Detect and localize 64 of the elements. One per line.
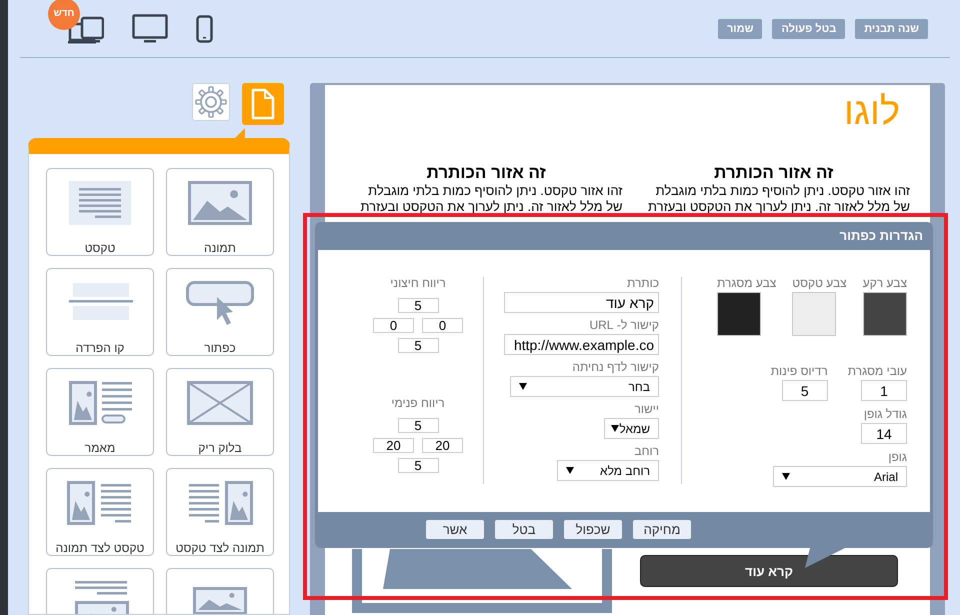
color-swatch[interactable]: [716, 292, 761, 336]
element-tile[interactable]: מאמר: [46, 368, 154, 456]
field-label: רדיוס פינות: [770, 365, 828, 377]
button-cursor-icon: [185, 279, 255, 327]
select-field[interactable]: רוחב מלא: [557, 460, 659, 481]
section-heading: זה אזור הכותרת: [426, 163, 547, 183]
field-label: קישור ל- URL: [589, 319, 659, 331]
logo-text: לוגו: [843, 90, 901, 135]
field-label: עובי מסגרת: [848, 365, 907, 377]
field-label: גודל גופן: [864, 408, 907, 420]
element-tile[interactable]: כפתור: [166, 268, 274, 356]
section-heading: זה אזור הכותרת: [713, 163, 834, 183]
element-tile[interactable]: בלוק ריק: [166, 368, 274, 456]
read-more-button[interactable]: קרא עוד: [640, 555, 898, 587]
body-text: זהו אזור טקסט. ניתן להוסיף כמות בלתי מוגבלת של מלל לאזור זה. ניתן לערוך את הטקסט ובעזרת: [647, 183, 910, 215]
field-label: גופן: [888, 451, 907, 463]
color-swatch[interactable]: [862, 292, 907, 336]
desktop-monitor-icon[interactable]: [132, 14, 168, 44]
input-field[interactable]: 5: [398, 338, 438, 353]
element-tile[interactable]: קו הפרדה: [46, 268, 154, 356]
field-label: ריווח חיצוני: [390, 277, 446, 289]
field-label: צבע טקסט: [792, 277, 847, 289]
input-field[interactable]: 20: [422, 438, 463, 453]
dialog-button[interactable]: אשר: [426, 520, 484, 539]
field-label: ריווח פנימי: [391, 397, 445, 409]
input-field[interactable]: 20: [373, 438, 414, 453]
element-tile[interactable]: תמונה: [166, 168, 274, 256]
select-field[interactable]: Arial: [773, 466, 907, 487]
input-field[interactable]: 5: [398, 298, 438, 313]
dialog-button[interactable]: בטל: [495, 520, 553, 539]
input-field[interactable]: 0: [373, 318, 414, 333]
new-badge: חדש: [50, 0, 78, 28]
field-label: יישור: [634, 403, 659, 415]
crossed-box-icon: [185, 379, 255, 427]
dialog-button[interactable]: שכפול: [564, 520, 622, 539]
field-label: כותרת: [626, 277, 659, 289]
select-field[interactable]: שמאל: [604, 418, 659, 439]
dialog-button[interactable]: מחיקה: [633, 520, 691, 539]
caret-icon: [611, 425, 620, 432]
input-field[interactable]: 14: [861, 423, 907, 444]
body-text: זהו אזור טקסט. ניתן להוסיף כמות בלתי מוגבלת של מלל לאזור זה. ניתן לערוך את הטקסט ובעזרת: [360, 183, 622, 215]
element-tile[interactable]: טקסט לצד תמונה: [46, 468, 154, 556]
input-field[interactable]: 5: [782, 380, 828, 401]
element-tile[interactable]: תמונה לצד טקסט: [166, 468, 274, 556]
input-field[interactable]: 1: [861, 380, 907, 401]
image-icon: [185, 179, 255, 227]
dialog-title: הגדרות כפתור: [840, 228, 923, 243]
field-label: קישור לדף נחיתה: [572, 361, 659, 373]
input-field[interactable]: קרא עוד: [504, 292, 659, 313]
input-field[interactable]: 5: [398, 418, 438, 433]
caret-icon: [782, 473, 790, 480]
input-field[interactable]: 5: [398, 458, 438, 473]
caret-icon: [566, 467, 574, 474]
mobile-phone-icon[interactable]: [196, 14, 213, 42]
element-tile[interactable]: טקסט: [46, 168, 154, 256]
field-label: רוחב: [634, 445, 659, 457]
input-field[interactable]: http://www.example.co: [504, 334, 659, 355]
input-field[interactable]: 0: [422, 318, 463, 333]
color-swatch[interactable]: [792, 292, 836, 336]
select-field[interactable]: בחר: [510, 376, 659, 397]
caret-icon: [519, 383, 527, 390]
field-label: צבע מסגרת: [716, 277, 776, 289]
field-label: צבע רקע: [862, 277, 907, 289]
settings-icon: [195, 86, 227, 118]
